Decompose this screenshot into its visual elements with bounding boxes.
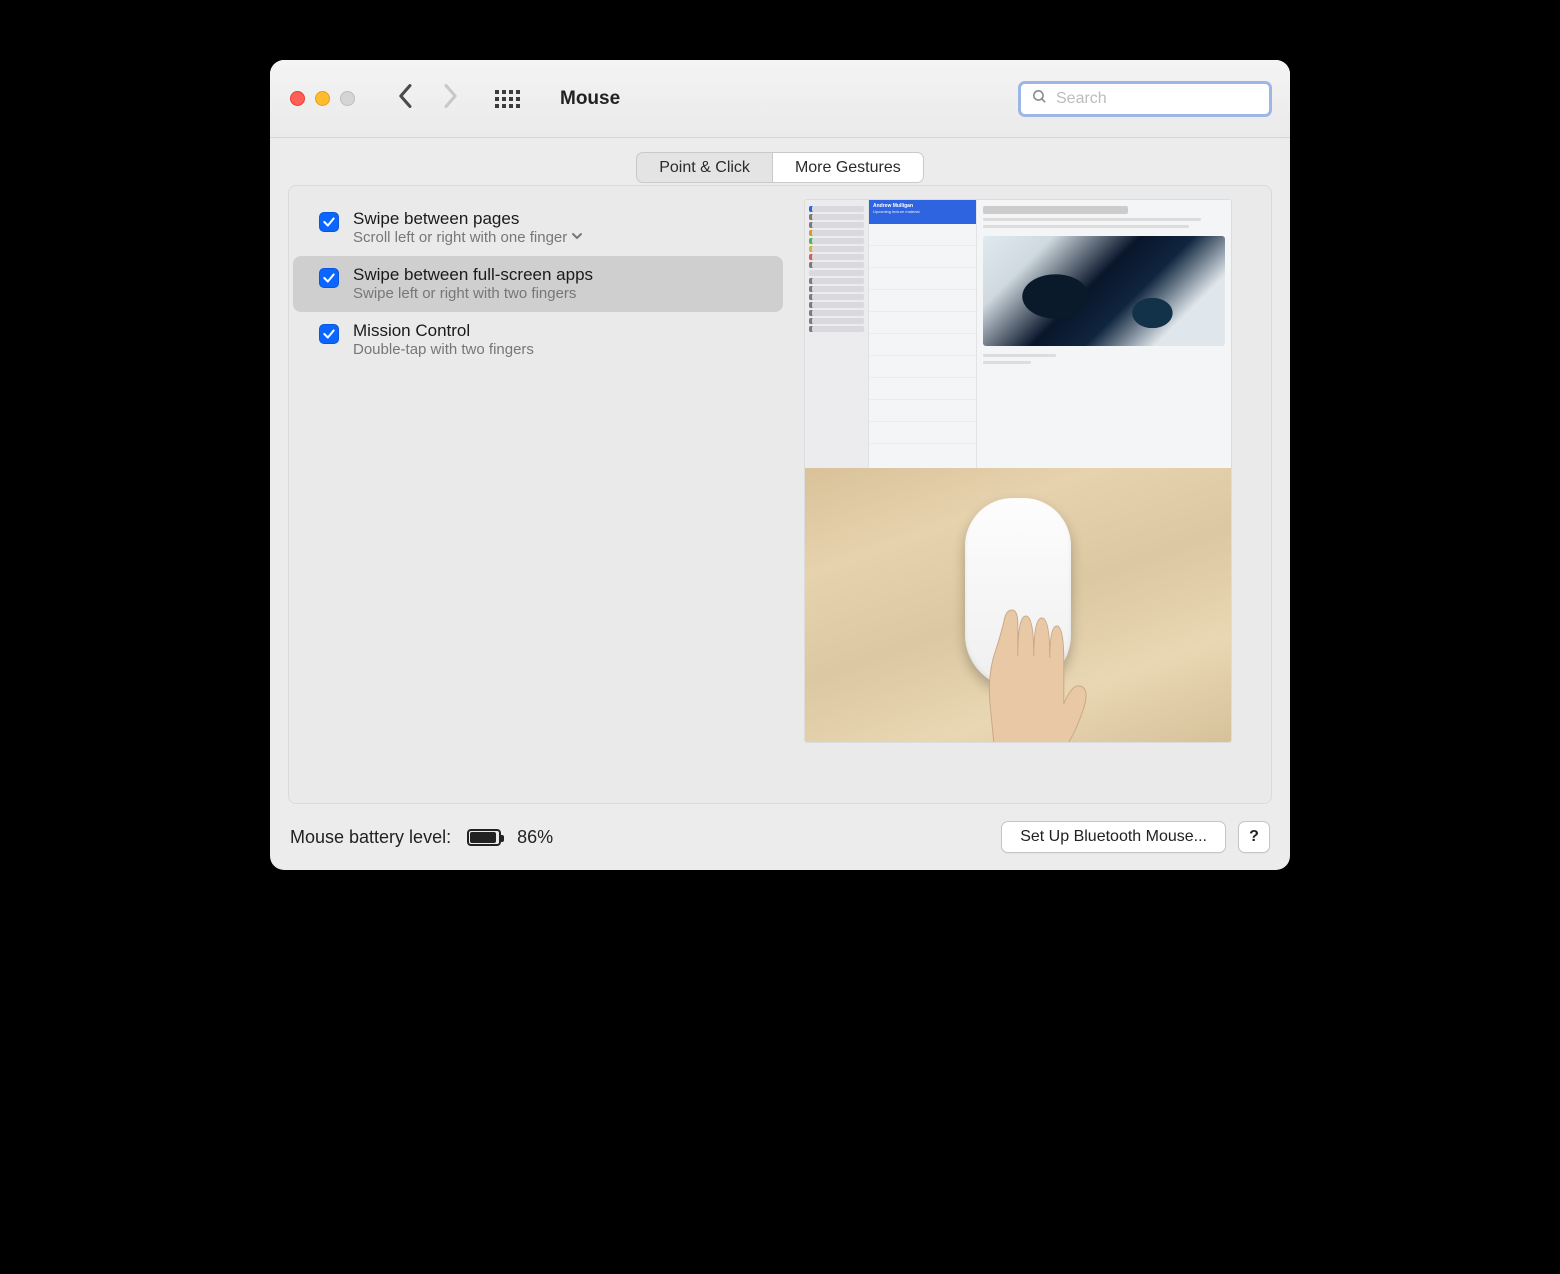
gesture-item-swipe-fullscreen[interactable]: Swipe between full-screen appsSwipe left… — [293, 256, 783, 312]
window-controls — [290, 91, 355, 106]
gesture-list: Swipe between pagesScroll left or right … — [289, 186, 787, 803]
footer: Mouse battery level: 86% Set Up Bluetoot… — [270, 804, 1290, 870]
battery-percent: 86% — [517, 827, 553, 848]
preview-mail-image — [983, 236, 1225, 346]
chevron-down-icon — [571, 229, 583, 246]
help-button[interactable]: ? — [1238, 821, 1270, 853]
close-window-button[interactable] — [290, 91, 305, 106]
hand-icon — [940, 562, 1110, 742]
content-panel: Swipe between pagesScroll left or right … — [288, 185, 1272, 804]
preview-mail-subject: Upcoming lecture material — [873, 209, 972, 214]
battery-icon — [467, 829, 501, 846]
setup-bluetooth-mouse-button[interactable]: Set Up Bluetooth Mouse... — [1001, 821, 1226, 853]
gesture-item-swipe-pages[interactable]: Swipe between pagesScroll left or right … — [293, 200, 783, 256]
show-all-prefs-button[interactable] — [495, 90, 520, 108]
gesture-title: Mission Control — [353, 321, 534, 341]
tab-point-and-click[interactable]: Point & Click — [637, 153, 773, 182]
gesture-title: Swipe between pages — [353, 209, 583, 229]
tab-more-gestures[interactable]: More Gestures — [773, 153, 923, 182]
nav-forward-button — [441, 83, 459, 114]
gesture-item-mission-control[interactable]: Mission ControlDouble-tap with two finge… — [293, 312, 783, 368]
zoom-window-button — [340, 91, 355, 106]
search-field[interactable] — [1018, 81, 1272, 117]
search-input[interactable] — [1056, 90, 1259, 108]
search-icon — [1031, 88, 1048, 110]
checkbox-mission-control[interactable] — [319, 324, 339, 344]
nav-back-button[interactable] — [397, 83, 415, 114]
battery-label: Mouse battery level: — [290, 827, 451, 848]
checkbox-swipe-fullscreen[interactable] — [319, 268, 339, 288]
window-title: Mouse — [560, 88, 620, 110]
gesture-preview-area: Andrew Mulligan Upcoming lecture materia… — [787, 186, 1271, 803]
checkbox-swipe-pages[interactable] — [319, 212, 339, 232]
gesture-preview-video: Andrew Mulligan Upcoming lecture materia… — [805, 200, 1231, 742]
gesture-title: Swipe between full-screen apps — [353, 265, 593, 285]
gesture-subtitle[interactable]: Scroll left or right with one finger — [353, 229, 583, 246]
preferences-window: Mouse Point & Click More Gestures Swipe … — [270, 60, 1290, 870]
gesture-subtitle: Swipe left or right with two fingers — [353, 285, 593, 302]
titlebar: Mouse — [270, 60, 1290, 138]
tab-bar: Point & Click More Gestures — [636, 152, 924, 183]
gesture-subtitle: Double-tap with two fingers — [353, 341, 534, 358]
minimize-window-button[interactable] — [315, 91, 330, 106]
